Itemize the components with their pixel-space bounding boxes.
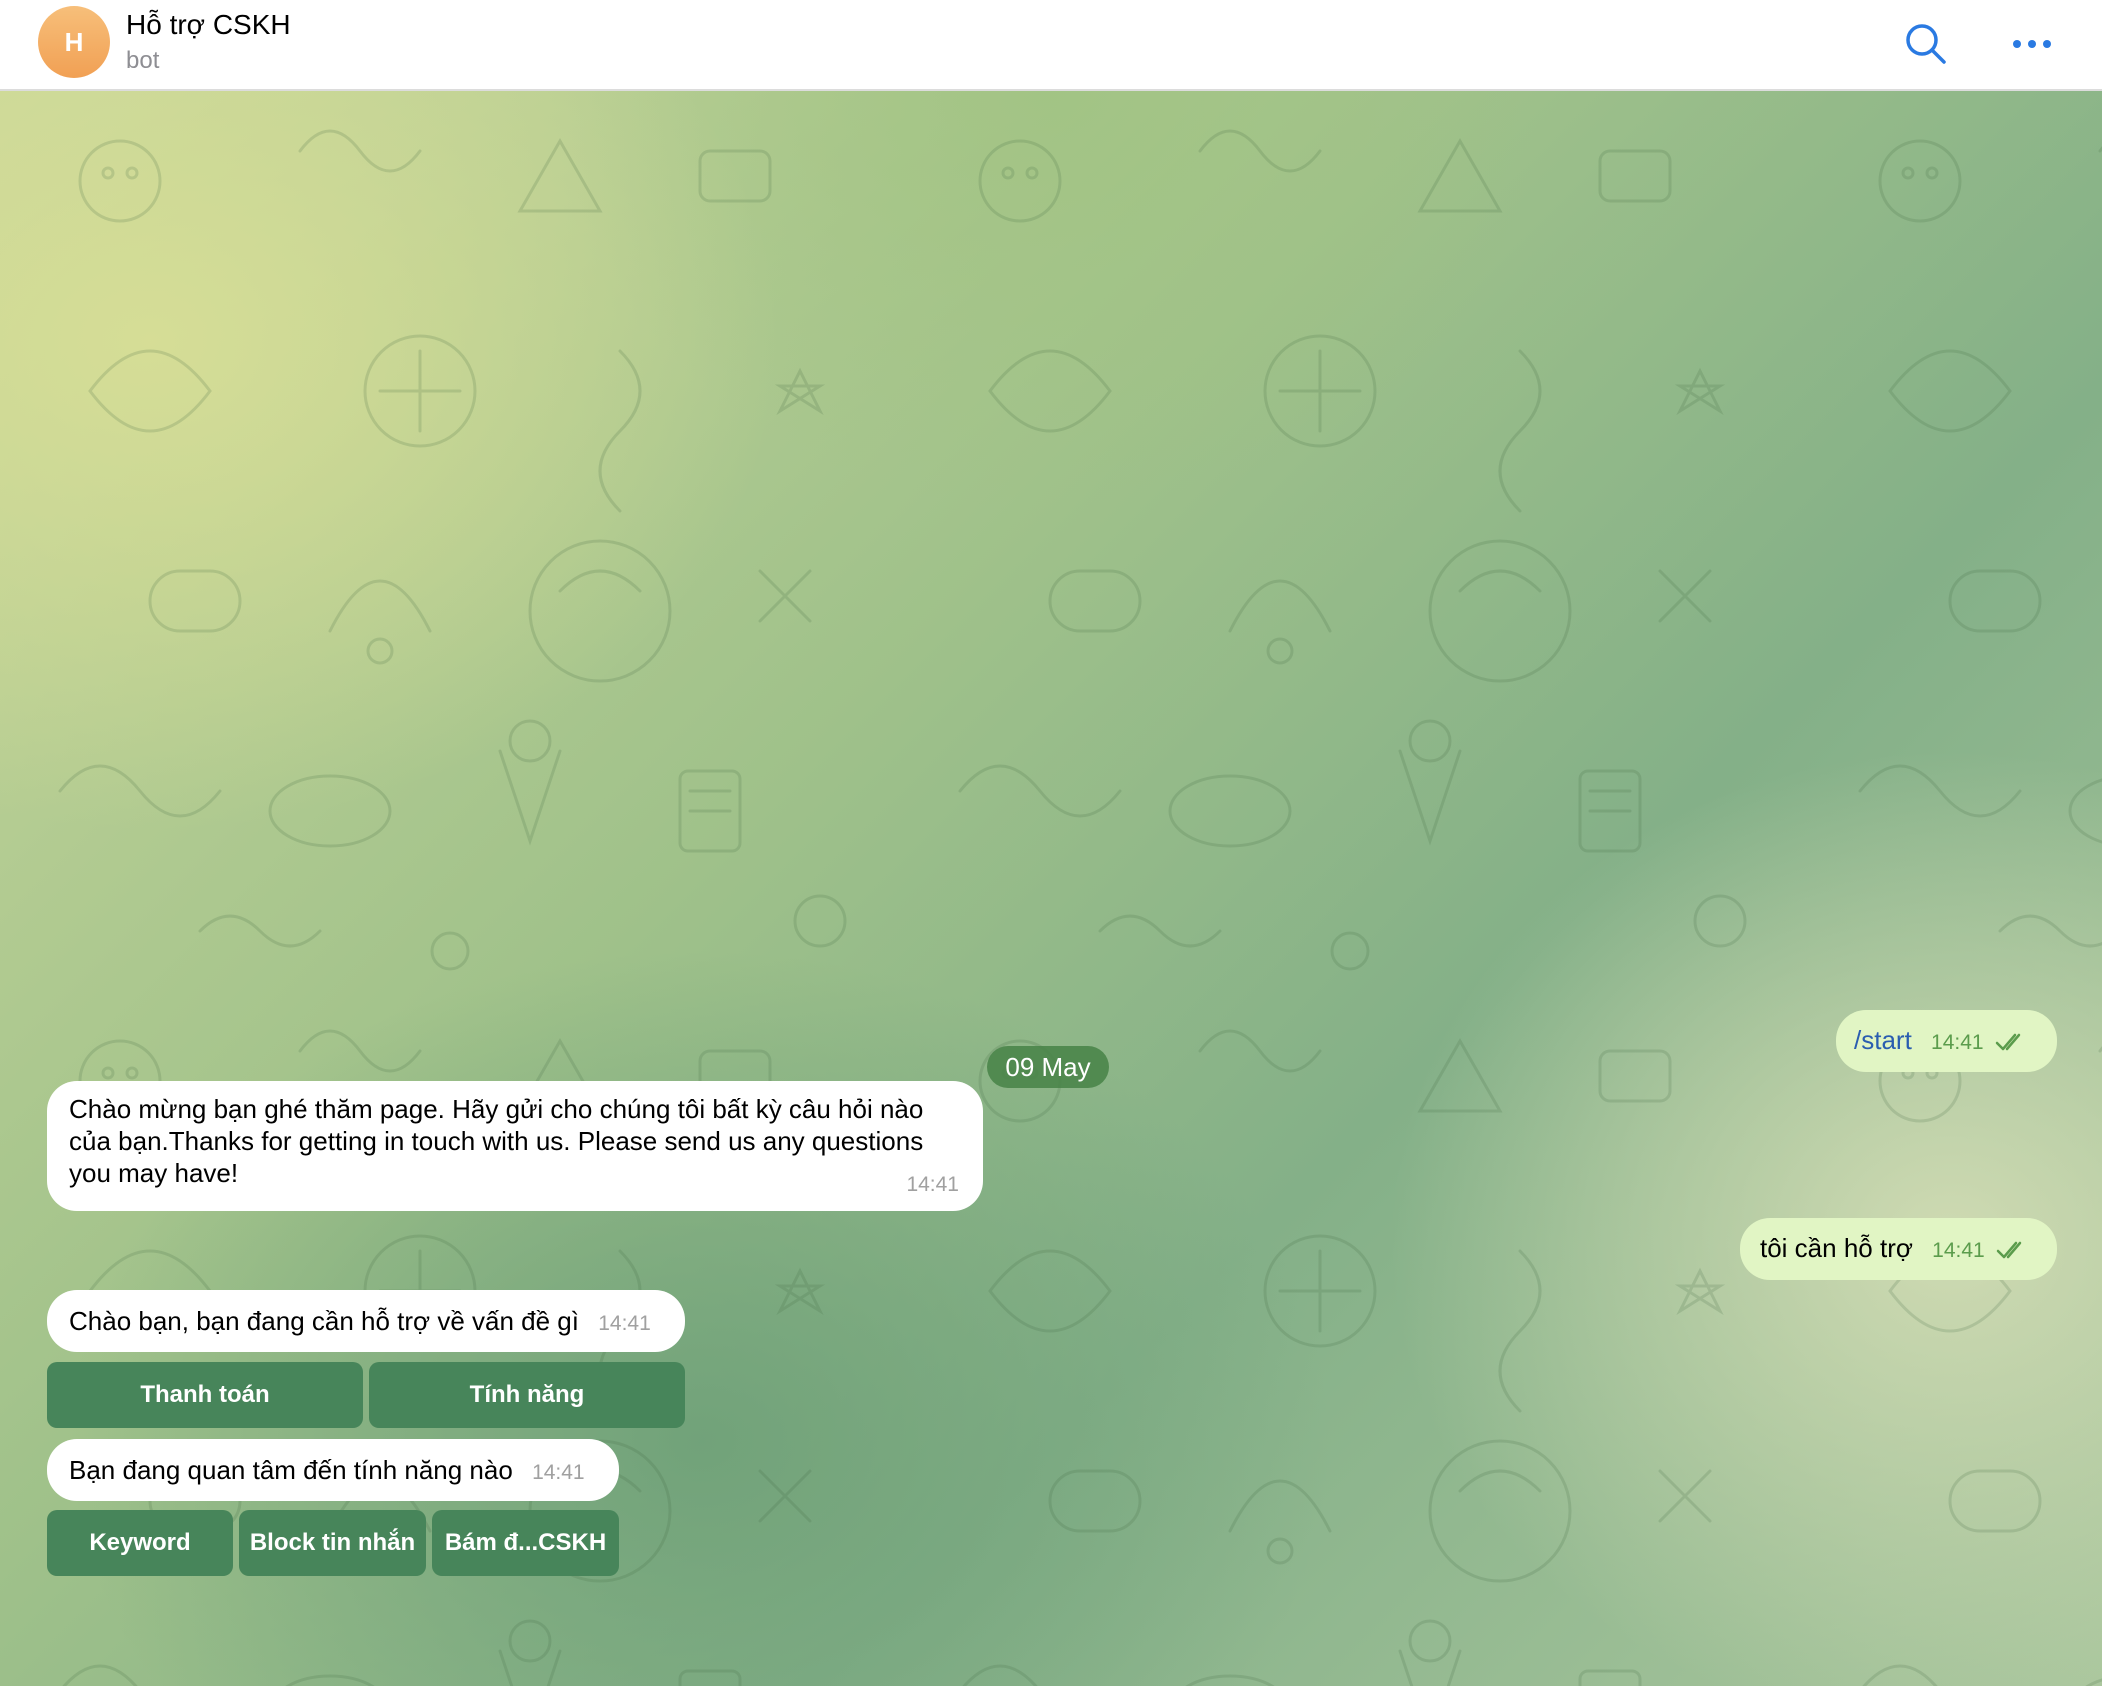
message-time: 14:41 [598,1312,651,1335]
read-checkmarks-icon [1995,1033,2021,1051]
chat-title[interactable]: Hỗ trợ CSKH [126,8,291,42]
message-time: 14:41 [1932,1239,1985,1262]
message-text: Bạn đang quan tâm đến tính năng nào [69,1455,513,1485]
chat-header: H Hỗ trợ CSKH bot [0,0,2102,91]
more-options-button[interactable] [2004,16,2060,72]
search-icon [1906,24,1946,64]
message-time: 14:41 [532,1461,585,1484]
incoming-message-welcome[interactable]: Chào mừng bạn ghé thăm page. Hãy gửi cho… [47,1081,983,1211]
inline-button-payment[interactable]: Thanh toán [47,1362,363,1428]
message-time: 14:41 [906,1173,959,1196]
outgoing-message-start[interactable]: /start 14:41 [1836,1010,2057,1072]
chat-subtitle: bot [126,47,160,74]
outgoing-message-need-support[interactable]: tôi cần hỗ trợ 14:41 [1740,1218,2057,1280]
inline-button-block-messages[interactable]: Block tin nhắn [239,1510,426,1576]
message-text: Chào bạn, bạn đang cần hỗ trợ về vấn đề … [69,1306,579,1336]
date-separator: 09 May [987,1046,1109,1088]
avatar[interactable]: H [38,6,110,78]
incoming-message-ask-issue[interactable]: Chào bạn, bạn đang cần hỗ trợ về vấn đề … [47,1290,685,1352]
incoming-message-ask-feature[interactable]: Bạn đang quan tâm đến tính năng nào 14:4… [47,1439,619,1501]
search-button[interactable] [1898,16,1954,72]
message-text: tôi cần hỗ trợ [1760,1233,1913,1263]
message-text: Chào mừng bạn ghé thăm page. Hãy gửi cho… [69,1094,924,1188]
more-icon [2013,40,2051,48]
inline-button-features[interactable]: Tính năng [369,1362,685,1428]
read-checkmarks-icon [1996,1241,2022,1259]
bot-command-link[interactable]: /start [1854,1025,1912,1055]
inline-button-bam-cskh[interactable]: Bám đ...CSKH [432,1510,619,1576]
inline-button-keyword[interactable]: Keyword [47,1510,233,1576]
message-time: 14:41 [1931,1031,1984,1054]
